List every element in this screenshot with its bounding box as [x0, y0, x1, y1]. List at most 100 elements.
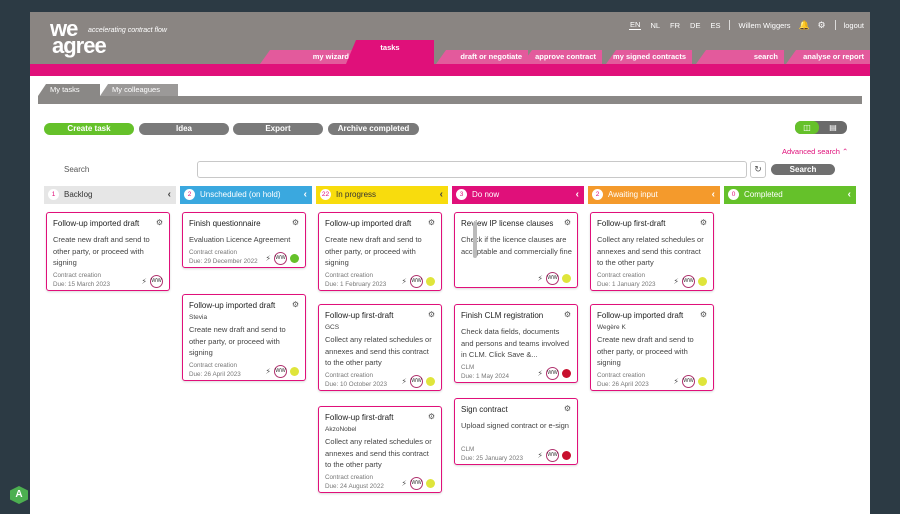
lightning-icon: ⚡	[673, 377, 679, 386]
column-unscheduled: 2 Unscheduled (on hold) ‹ Finish questionna…	[180, 186, 312, 504]
sub-tab-bar	[38, 96, 862, 104]
task-card[interactable]: Follow-up first-draft ⚙ Collect any relate…	[590, 212, 714, 291]
task-due-date: Due: 1 May 2024	[461, 373, 509, 380]
task-card[interactable]: Finish CLM registration ⚙ Check data field…	[454, 304, 578, 383]
lang-de[interactable]: DE	[689, 21, 701, 30]
tab-my-colleagues[interactable]: My colleagues	[100, 84, 178, 96]
avatar[interactable]: WW	[410, 275, 423, 288]
task-badges: ⚡ WW	[141, 275, 163, 288]
task-card[interactable]: Follow-up first-draft ⚙ GCS Collect any rel…	[318, 304, 442, 391]
export-button[interactable]: Export	[233, 123, 323, 135]
task-badges: ⚡ WW	[537, 367, 571, 380]
gear-icon[interactable]: ⚙	[564, 218, 571, 227]
task-category: CLM	[461, 446, 475, 453]
column-header[interactable]: 3 Do now ‹	[452, 186, 584, 204]
task-badges: ⚡ WW	[265, 252, 299, 265]
assistant-badge[interactable]: A	[10, 486, 28, 504]
lightning-icon: ⚡	[537, 451, 543, 460]
column-awaiting: 2 Awaiting input ‹ Follow-up first-draft ⚙ Co…	[588, 186, 720, 504]
task-card[interactable]: Follow-up first-draft ⚙ AkzoNobel Collect a…	[318, 406, 442, 493]
tab-my-tasks[interactable]: My tasks	[38, 84, 100, 96]
gear-icon[interactable]: ⚙	[817, 20, 827, 30]
lang-fr[interactable]: FR	[669, 21, 681, 30]
task-card[interactable]: Follow-up imported draft ⚙ Create new draf…	[46, 212, 170, 291]
list-view-icon[interactable]: ▤	[819, 121, 847, 134]
task-badges: ⚡ WW	[673, 375, 707, 388]
tab-draft-or-negotiate[interactable]: draft or negotiate	[436, 50, 528, 64]
task-description: Collect any related schedules or annexes…	[597, 235, 704, 267]
column-scrollbar[interactable]	[473, 222, 477, 258]
task-card[interactable]: Follow-up imported draft ⚙ Wegère K Create …	[590, 304, 714, 391]
status-dot	[562, 369, 571, 378]
gear-icon[interactable]: ⚙	[292, 300, 299, 309]
tab-analyse-or-report[interactable]: analyse or report	[786, 50, 870, 64]
task-category: CLM	[461, 364, 475, 371]
gear-icon[interactable]: ⚙	[292, 218, 299, 227]
create-task-button[interactable]: Create task	[44, 123, 134, 135]
avatar[interactable]: WW	[546, 449, 559, 462]
user-name[interactable]: Willem Wiggers	[738, 21, 790, 30]
column-completed: 0 Completed ‹	[724, 186, 856, 504]
column-header[interactable]: 2 Unscheduled (on hold) ‹	[180, 186, 312, 204]
column-header[interactable]: 0 Completed ‹	[724, 186, 856, 204]
task-card[interactable]: Sign contract ⚙ Upload signed contract or …	[454, 398, 578, 465]
tab-approve-contract[interactable]: approve contract	[522, 50, 602, 64]
column-header[interactable]: 2 Awaiting input ‹	[588, 186, 720, 204]
gear-icon[interactable]: ⚙	[428, 412, 435, 421]
bell-icon[interactable]: 🔔	[799, 20, 810, 30]
collapse-chevron-icon[interactable]: ‹	[440, 186, 443, 204]
avatar[interactable]: WW	[546, 367, 559, 380]
search-input[interactable]	[197, 161, 747, 178]
avatar[interactable]: WW	[150, 275, 163, 288]
tab-my-wizard[interactable]: my wizard	[260, 50, 355, 64]
column-header[interactable]: 22 In progress ‹	[316, 186, 448, 204]
gear-icon[interactable]: ⚙	[564, 310, 571, 319]
advanced-search-link[interactable]: Advanced search ⌃	[782, 147, 848, 156]
avatar[interactable]: WW	[274, 365, 287, 378]
search-button[interactable]: Search	[771, 164, 835, 175]
tab-tasks[interactable]: tasks	[346, 40, 434, 64]
gear-icon[interactable]: ⚙	[700, 218, 707, 227]
lightning-icon: ⚡	[265, 367, 271, 376]
task-due-date: Due: 25 January 2023	[461, 455, 523, 462]
avatar[interactable]: WW	[682, 275, 695, 288]
gear-icon[interactable]: ⚙	[564, 404, 571, 413]
avatar[interactable]: WW	[546, 272, 559, 285]
gear-icon[interactable]: ⚙	[700, 310, 707, 319]
lang-en[interactable]: EN	[629, 20, 642, 30]
view-toggle: ◫ ▤	[795, 121, 847, 134]
gear-icon[interactable]: ⚙	[428, 218, 435, 227]
idea-button[interactable]: Idea	[139, 123, 229, 135]
archive-completed-button[interactable]: Archive completed	[328, 123, 419, 135]
avatar[interactable]: WW	[682, 375, 695, 388]
logout-link[interactable]: logout	[844, 21, 864, 30]
task-due-date: Due: 26 April 2023	[597, 381, 649, 388]
logo[interactable]: we accelerating contract flow agree	[50, 18, 167, 57]
lightning-icon: ⚡	[401, 479, 407, 488]
task-description: Create new draft and send to other party…	[189, 325, 286, 357]
collapse-chevron-icon[interactable]: ‹	[848, 186, 851, 204]
gear-icon[interactable]: ⚙	[428, 310, 435, 319]
task-card[interactable]: Finish questionnaire ⚙ Evaluation Licence …	[182, 212, 306, 268]
avatar[interactable]: WW	[410, 477, 423, 490]
task-card[interactable]: Follow-up imported draft ⚙ Create new draf…	[318, 212, 442, 291]
task-category: Contract creation	[325, 372, 373, 379]
lang-es[interactable]: ES	[709, 21, 721, 30]
column-header[interactable]: 1 Backlog ‹	[44, 186, 176, 204]
collapse-chevron-icon[interactable]: ‹	[168, 186, 171, 204]
collapse-chevron-icon[interactable]: ‹	[304, 186, 307, 204]
gear-icon[interactable]: ⚙	[156, 218, 163, 227]
task-party: AkzoNobel	[325, 426, 357, 433]
board-view-icon[interactable]: ◫	[795, 121, 819, 134]
refresh-icon[interactable]: ↻	[750, 161, 766, 178]
task-card[interactable]: Follow-up imported draft ⚙ Stevia Create ne…	[182, 294, 306, 381]
tab-search[interactable]: search	[696, 50, 784, 64]
lang-nl[interactable]: NL	[649, 21, 661, 30]
collapse-chevron-icon[interactable]: ‹	[712, 186, 715, 204]
collapse-chevron-icon[interactable]: ‹	[576, 186, 579, 204]
avatar[interactable]: WW	[410, 375, 423, 388]
task-title: Follow-up imported draft	[189, 301, 276, 310]
tab-my-signed-contracts[interactable]: my signed contracts	[606, 50, 692, 64]
avatar[interactable]: WW	[274, 252, 287, 265]
column-count-badge: 2	[592, 188, 603, 200]
